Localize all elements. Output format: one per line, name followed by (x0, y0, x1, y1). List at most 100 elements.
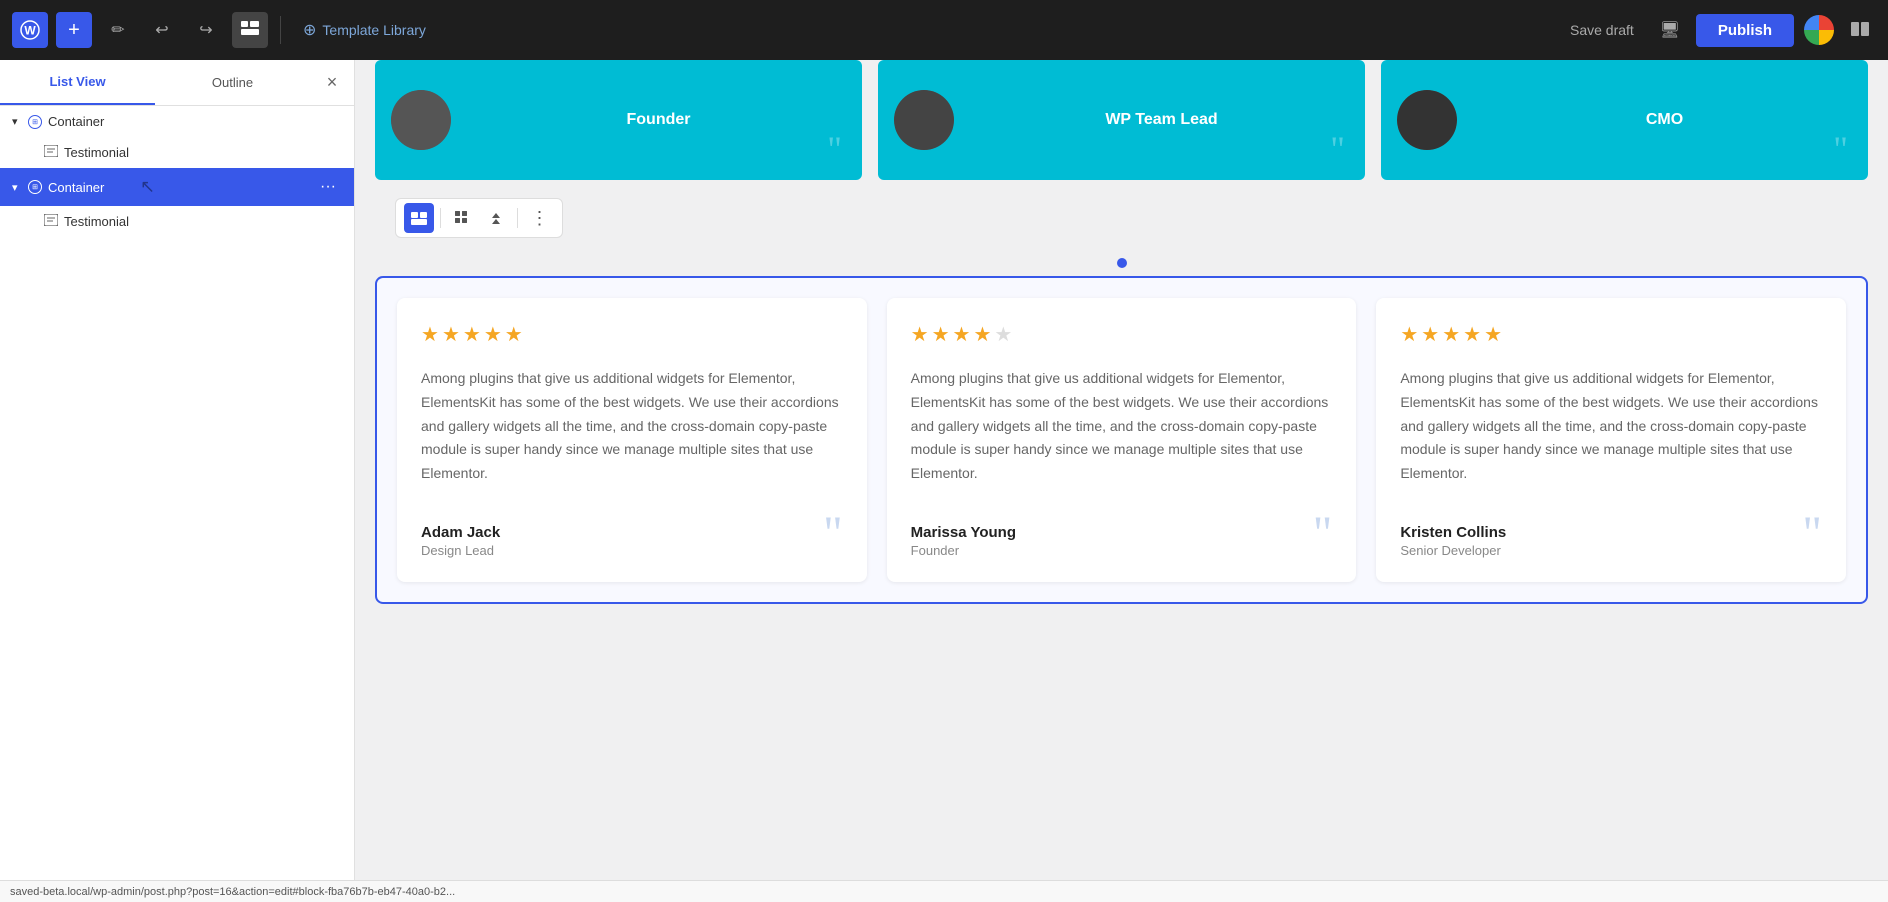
testimonial-icon-2 (44, 214, 58, 229)
sidebar-tabs: List View Outline (0, 60, 310, 105)
testimonial-footer-2: Kristen Collins Senior Developer " (1400, 510, 1822, 558)
add-widget-button[interactable]: + (56, 12, 92, 48)
divider-1 (280, 16, 281, 44)
chevron-down-icon[interactable]: ▾ (12, 115, 28, 128)
sidebar-close-button[interactable]: × (314, 65, 350, 101)
stars-row-0: ★★★★★ (421, 322, 843, 347)
card-title-0: Founder (627, 111, 691, 129)
top-card-0[interactable]: Founder " (375, 60, 862, 180)
card-title-1: WP Team Lead (1105, 111, 1217, 129)
big-quote-icon-2: " (1802, 510, 1822, 558)
star-0-3: ★ (484, 322, 502, 347)
testimonial-text-2: Among plugins that give us additional wi… (1400, 367, 1822, 486)
tree-item-label-2: Container (48, 180, 314, 195)
floating-toolbar: ⋮ (395, 198, 563, 238)
quote-decoration-1: " (1330, 128, 1345, 170)
toolbar-divider (440, 208, 441, 228)
toolbar-divider-2 (517, 208, 518, 228)
star-1-3: ★ (973, 322, 991, 347)
widget-handle-button[interactable] (404, 203, 434, 233)
star-1-4: ★ (994, 322, 1012, 347)
tab-list-view[interactable]: List View (0, 60, 155, 105)
top-card-2[interactable]: CMO " (1381, 60, 1868, 180)
main-layout: List View Outline × ▾ ⊞ Container ▸ (0, 60, 1888, 902)
tree-item-container-2[interactable]: ▾ ⊞ Container ··· ↖ (0, 168, 354, 206)
star-2-2: ★ (1442, 322, 1460, 347)
testimonial-card-2[interactable]: ★★★★★ Among plugins that give us additio… (1376, 298, 1846, 582)
tab-outline[interactable]: Outline (155, 60, 310, 105)
star-1-1: ★ (932, 322, 950, 347)
avatar-0 (391, 90, 451, 150)
testimonial-icon-1 (44, 145, 58, 160)
star-1-0: ★ (911, 322, 929, 347)
big-quote-icon-0: " (823, 510, 843, 558)
google-account-icon[interactable] (1804, 15, 1834, 45)
star-2-1: ★ (1421, 322, 1439, 347)
testimonial-footer-1: Marissa Young Founder " (911, 510, 1333, 558)
svg-text:W: W (24, 24, 36, 38)
topbar-right: Save draft 🖥 Publish (1560, 14, 1876, 47)
template-library-button[interactable]: ⊕ Template Library (293, 14, 436, 46)
save-draft-button[interactable]: Save draft (1560, 16, 1644, 44)
star-2-0: ★ (1400, 322, 1418, 347)
more-options-button[interactable]: ⋮ (524, 203, 554, 233)
move-up-button[interactable] (481, 203, 511, 233)
undo-icon: ↩ (155, 20, 168, 40)
tree-item-testimonial-2[interactable]: ▸ Testimonial (28, 206, 354, 237)
testimonial-footer-0: Adam Jack Design Lead " (421, 510, 843, 558)
testimonial-role-1: Founder (911, 543, 1016, 558)
panels-icon (1851, 20, 1869, 41)
toggle-panels-button[interactable] (1844, 14, 1876, 46)
sidebar-tab-row: List View Outline × (0, 60, 354, 106)
tree-item-testimonial-1[interactable]: ▸ Testimonial (28, 137, 354, 168)
star-0-1: ★ (442, 322, 460, 347)
star-2-4: ★ (1484, 322, 1502, 347)
testimonial-card-0[interactable]: ★★★★★ Among plugins that give us additio… (397, 298, 867, 582)
pagination-dot[interactable] (1117, 258, 1127, 268)
structure-icon (241, 21, 259, 40)
editor-area: Founder " WP Team Lead " CMO " (355, 60, 1888, 604)
elementor-icon: ⊕ (303, 20, 316, 40)
testimonial-author-0: Adam Jack (421, 524, 500, 541)
testimonial-author-1: Marissa Young (911, 524, 1016, 541)
avatar-1 (894, 90, 954, 150)
monitor-icon: 🖥 (1660, 20, 1680, 40)
edit-button[interactable]: ✏ (100, 12, 136, 48)
pagination-row (355, 250, 1888, 276)
wp-logo[interactable]: W (12, 12, 48, 48)
sidebar: List View Outline × ▾ ⊞ Container ▸ (0, 60, 355, 902)
undo-button[interactable]: ↩ (144, 12, 180, 48)
top-cards-section: Founder " WP Team Lead " CMO " (355, 60, 1888, 190)
testimonial-text-0: Among plugins that give us additional wi… (421, 367, 843, 486)
editor-main: Founder " WP Team Lead " CMO " (355, 60, 1888, 902)
chevron-down-icon-2[interactable]: ▾ (12, 181, 28, 194)
big-quote-icon-1: " (1313, 510, 1333, 558)
close-icon: × (327, 72, 338, 93)
context-menu-icon[interactable]: ··· (314, 176, 342, 198)
plus-icon: + (68, 19, 80, 42)
tree-children-1: ▸ Testimonial (0, 137, 354, 168)
redo-button[interactable]: ↪ (188, 12, 224, 48)
top-card-1[interactable]: WP Team Lead " (878, 60, 1365, 180)
tree-item-container-1[interactable]: ▾ ⊞ Container (0, 106, 354, 137)
structure-button[interactable] (232, 12, 268, 48)
avatar-2 (1397, 90, 1457, 150)
card-title-2: CMO (1646, 111, 1683, 129)
tree-item-label-3: Testimonial (64, 214, 342, 229)
quote-decoration-2: " (1833, 128, 1848, 170)
star-1-2: ★ (953, 322, 971, 347)
screen-options-button[interactable]: 🖥 (1654, 14, 1686, 46)
dots-vertical-icon: ⋮ (531, 209, 548, 227)
tree-view: ▾ ⊞ Container ▸ Testimonial ▾ ⊞ Containe… (0, 106, 354, 237)
testimonial-card-1[interactable]: ★★★★★ Among plugins that give us additio… (887, 298, 1357, 582)
status-bar: saved-beta.local/wp-admin/post.php?post=… (0, 880, 1888, 902)
testimonials-section[interactable]: ★★★★★ Among plugins that give us additio… (375, 276, 1868, 604)
stars-row-1: ★★★★★ (911, 322, 1333, 347)
publish-button[interactable]: Publish (1696, 14, 1794, 47)
grid-button[interactable] (447, 203, 477, 233)
pencil-icon: ✏ (111, 20, 124, 40)
quote-decoration-0: " (827, 128, 842, 170)
star-0-0: ★ (421, 322, 439, 347)
stars-row-2: ★★★★★ (1400, 322, 1822, 347)
testimonial-role-0: Design Lead (421, 543, 500, 558)
